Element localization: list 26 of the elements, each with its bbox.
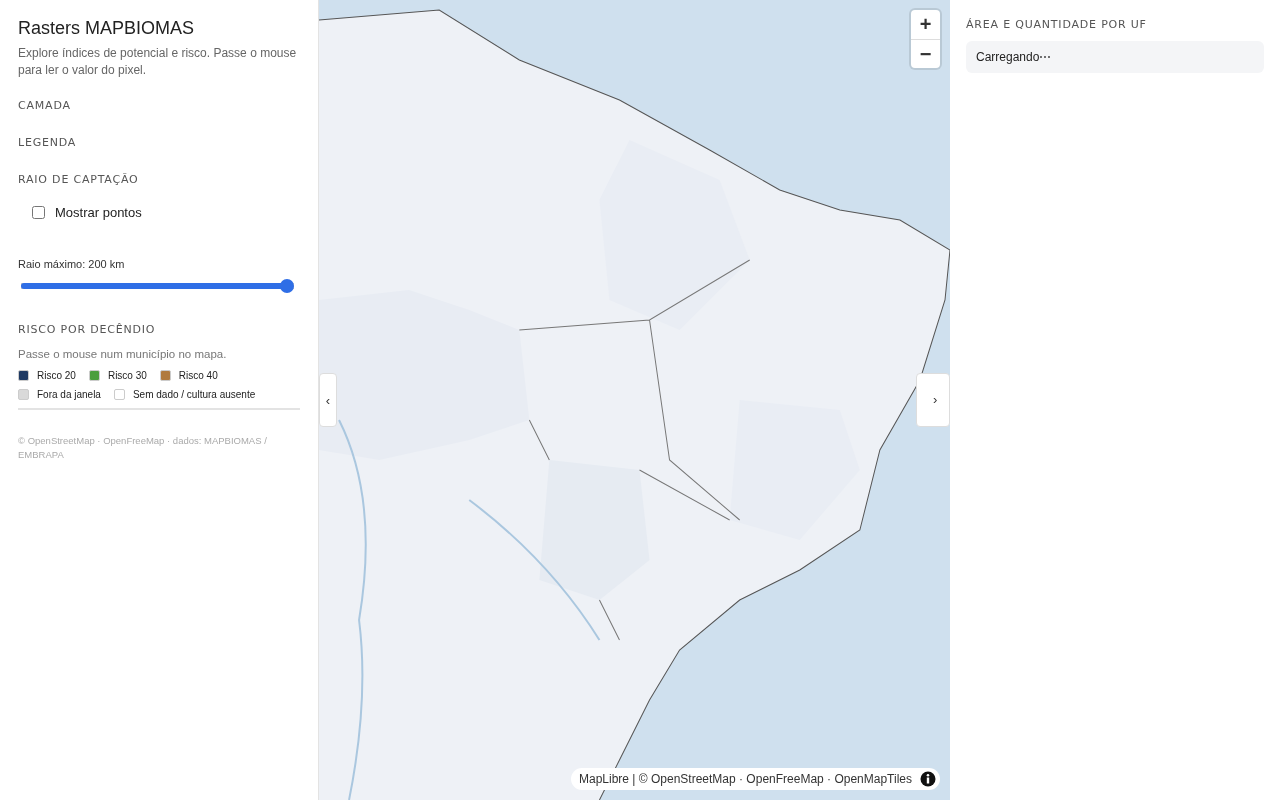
collapse-button[interactable]: ‹ — [319, 373, 337, 427]
description-text: Explore índices de potencial e risco. Passe o mouse para ler o valor do pixel. — [18, 45, 298, 79]
legend-label: Risco 40 — [178, 370, 218, 381]
collapse-button[interactable]: › — [916, 373, 950, 427]
slider-thumb[interactable] — [280, 279, 294, 293]
hint-text: Passe o mouse num município no mapa. — [18, 348, 227, 360]
radius-label: Raio máximo: 200 km — [18, 258, 125, 270]
zoom-in-button[interactable]: + — [911, 10, 940, 39]
legend-label: Sem dado / cultura ausente — [132, 389, 256, 400]
zoom-out-button[interactable]: − — [911, 39, 940, 68]
legend-label: Risco 20 — [37, 370, 76, 381]
checkbox-label: Mostrar pontos — [55, 205, 142, 220]
section-heading: CAMADA — [18, 99, 71, 112]
checkbox[interactable] — [32, 206, 45, 219]
credits-text: © OpenStreetMap · OpenFreeMap · dados: MAPBIOMAS / EMBRAPA — [18, 434, 268, 462]
legend-label: Fora da janela — [37, 389, 101, 400]
section-heading: RISCO POR DECÊNDIO — [18, 323, 156, 336]
section-heading: RAIO DE CAPTAÇÃO — [18, 173, 139, 186]
legend-label: Risco 30 — [107, 370, 147, 381]
section-heading: LEGENDA — [18, 136, 77, 149]
app-title: Rasters MAPBIOMAS — [18, 18, 195, 39]
info-icon[interactable] — [920, 771, 936, 787]
section-heading: ÁREA E QUANTIDADE POR UF — [966, 18, 1148, 31]
loading-status: Carregando⋯ — [966, 41, 1264, 73]
attribution-text: MapLibre | © OpenStreetMap · OpenFreeMap · OpenMapTiles — [579, 772, 912, 786]
show-points-checkbox[interactable]: Mostrar pontos — [32, 205, 142, 220]
